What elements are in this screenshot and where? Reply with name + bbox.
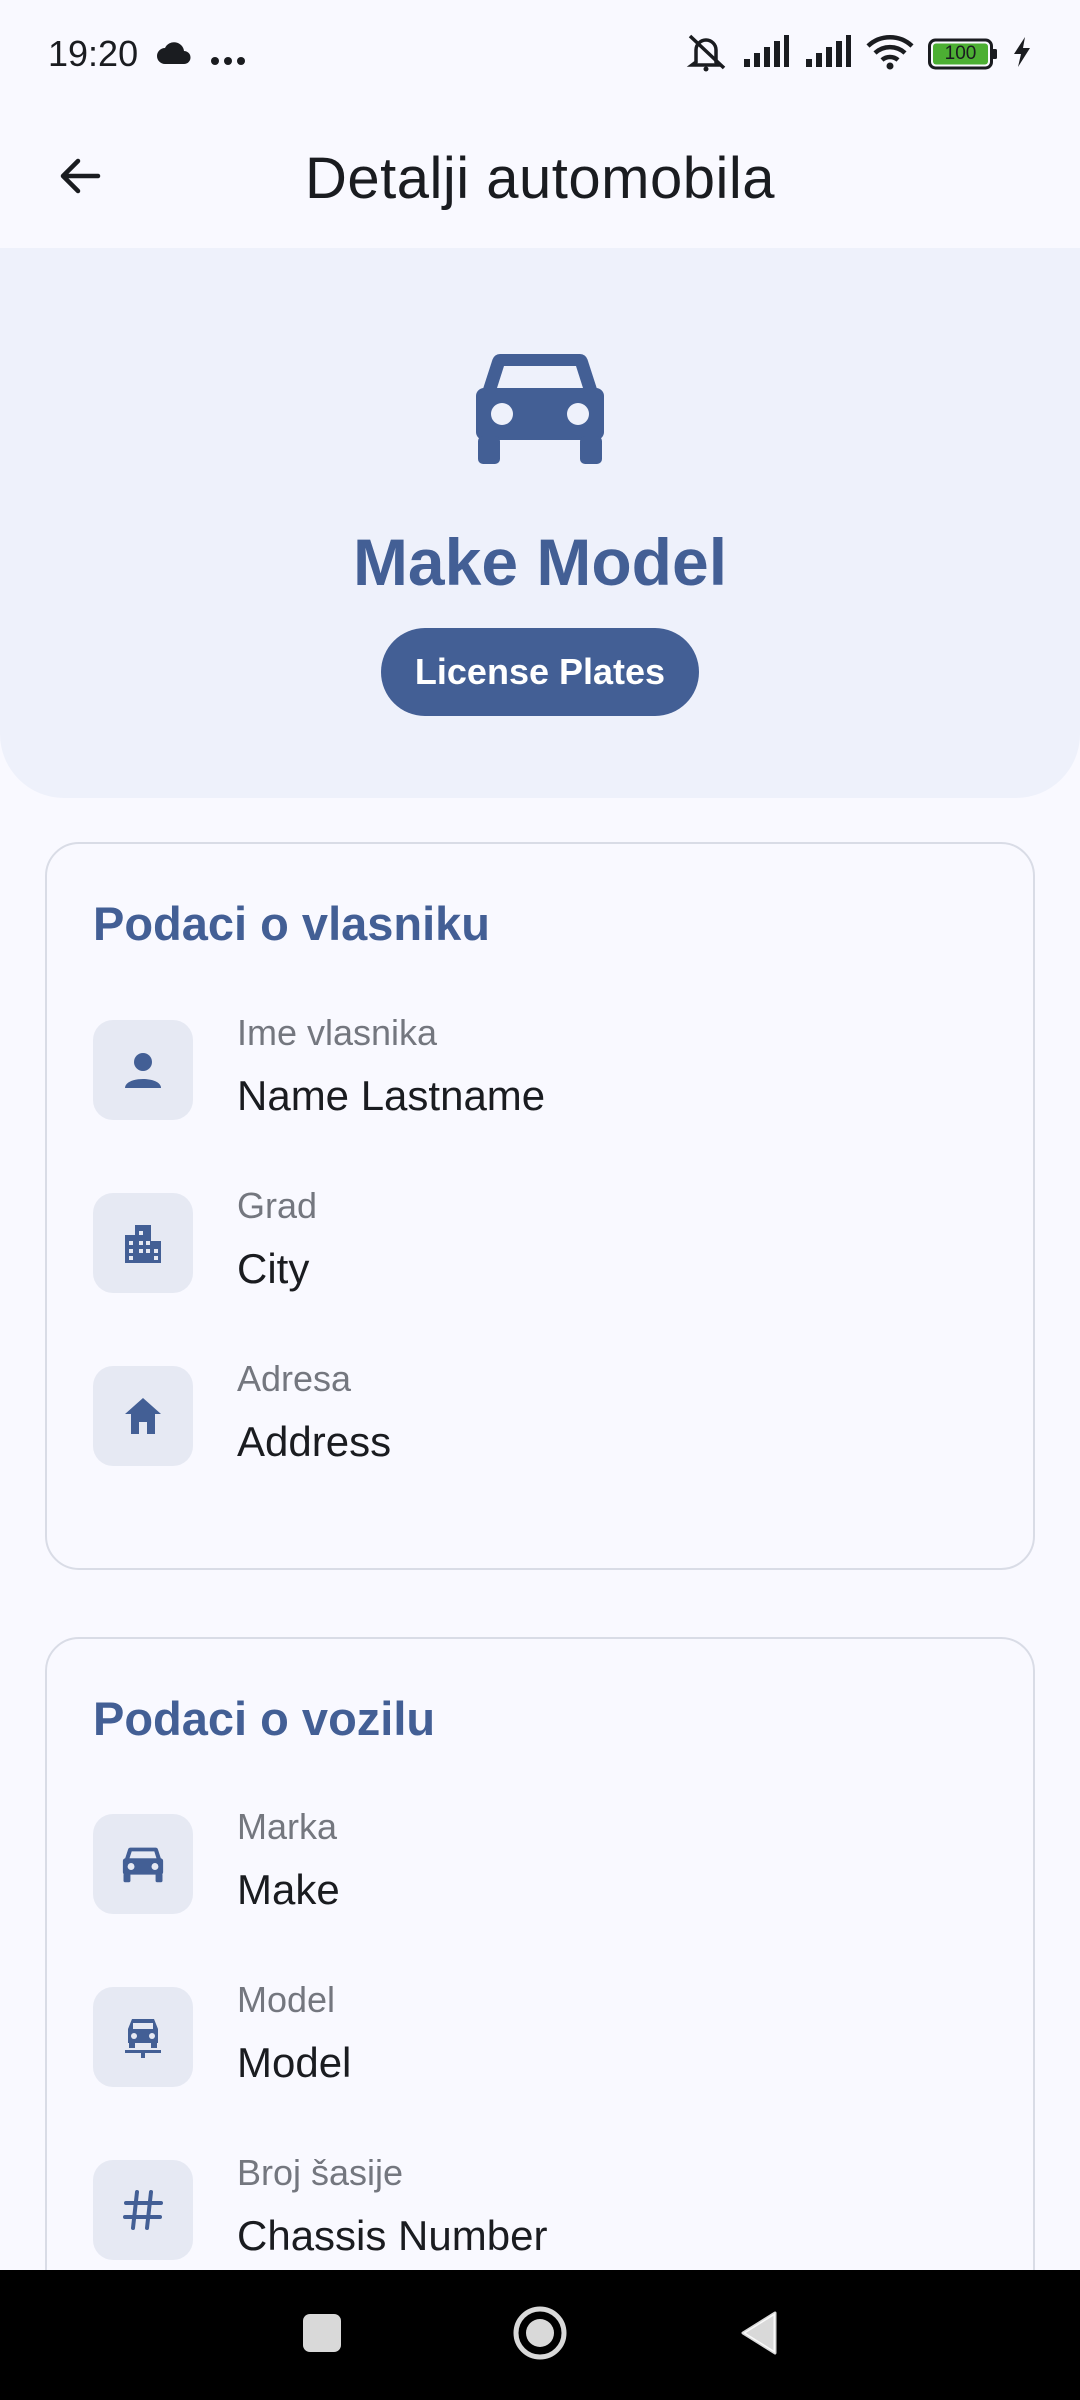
back-icon[interactable]: [737, 2309, 779, 2362]
signal-icon: [742, 34, 790, 74]
owner-name-label: Ime vlasnika: [237, 1012, 438, 1053]
more-dots-icon: [210, 33, 246, 75]
app-bar: Detalji automobila: [0, 108, 1080, 248]
system-nav-bar: [0, 2270, 1080, 2400]
vehicle-card: Podaci o vozilu Marka Make Model Model B…: [45, 1637, 1035, 2337]
city-row: Grad City: [93, 1185, 973, 1293]
city-value: City: [237, 1245, 310, 1292]
vehicle-card-title: Podaci o vozilu: [93, 1692, 436, 1745]
car-icon: [93, 1814, 193, 1914]
city-icon: [93, 1193, 193, 1293]
vehicle-title: Make Model: [352, 525, 728, 599]
address-row: Adresa Address: [93, 1358, 973, 1466]
mute-icon: [684, 32, 728, 77]
status-bar: 19:20 100: [0, 0, 1080, 108]
make-label: Marka: [237, 1806, 338, 1847]
owner-name-row: Ime vlasnika Name Lastname: [93, 1012, 973, 1120]
owner-name-value: Name Lastname: [237, 1072, 546, 1119]
home-icon: [93, 1366, 193, 1466]
battery-level: 100: [944, 43, 977, 64]
car-model-icon: [93, 1987, 193, 2087]
cloud-icon: [156, 33, 192, 75]
license-plates-badge: License Plates: [380, 628, 700, 716]
vehicle-header: Make Model License Plates: [0, 248, 1080, 798]
owner-card-title: Podaci o vlasniku: [93, 897, 491, 950]
status-time: 19:20: [48, 33, 139, 74]
chassis-value: Chassis Number: [237, 2212, 548, 2259]
charging-icon: [1012, 36, 1032, 73]
make-value: Make: [237, 1866, 340, 1913]
recents-icon[interactable]: [301, 2312, 343, 2359]
arrow-back-icon: [56, 152, 104, 205]
address-label: Adresa: [237, 1358, 352, 1399]
model-label: Model: [237, 1979, 336, 2020]
chassis-row: Broj šasije Chassis Number: [93, 2152, 973, 2260]
wifi-icon: [866, 34, 914, 75]
owner-card: Podaci o vlasniku Ime vlasnika Name Last…: [45, 842, 1035, 1570]
car-icon: [470, 346, 610, 466]
city-label: Grad: [237, 1185, 318, 1226]
battery-icon: 100: [928, 38, 998, 70]
page-title: Detalji automobila: [304, 145, 776, 211]
model-row: Model Model: [93, 1979, 973, 2087]
back-button[interactable]: [40, 138, 120, 218]
hash-icon: [93, 2160, 193, 2260]
chassis-label: Broj šasije: [237, 2152, 404, 2193]
address-value: Address: [237, 1418, 392, 1465]
person-icon: [93, 1020, 193, 1120]
make-row: Marka Make: [93, 1806, 973, 1914]
model-value: Model: [237, 2039, 352, 2086]
home-icon[interactable]: [511, 2304, 569, 2367]
signal-icon: [804, 34, 852, 74]
